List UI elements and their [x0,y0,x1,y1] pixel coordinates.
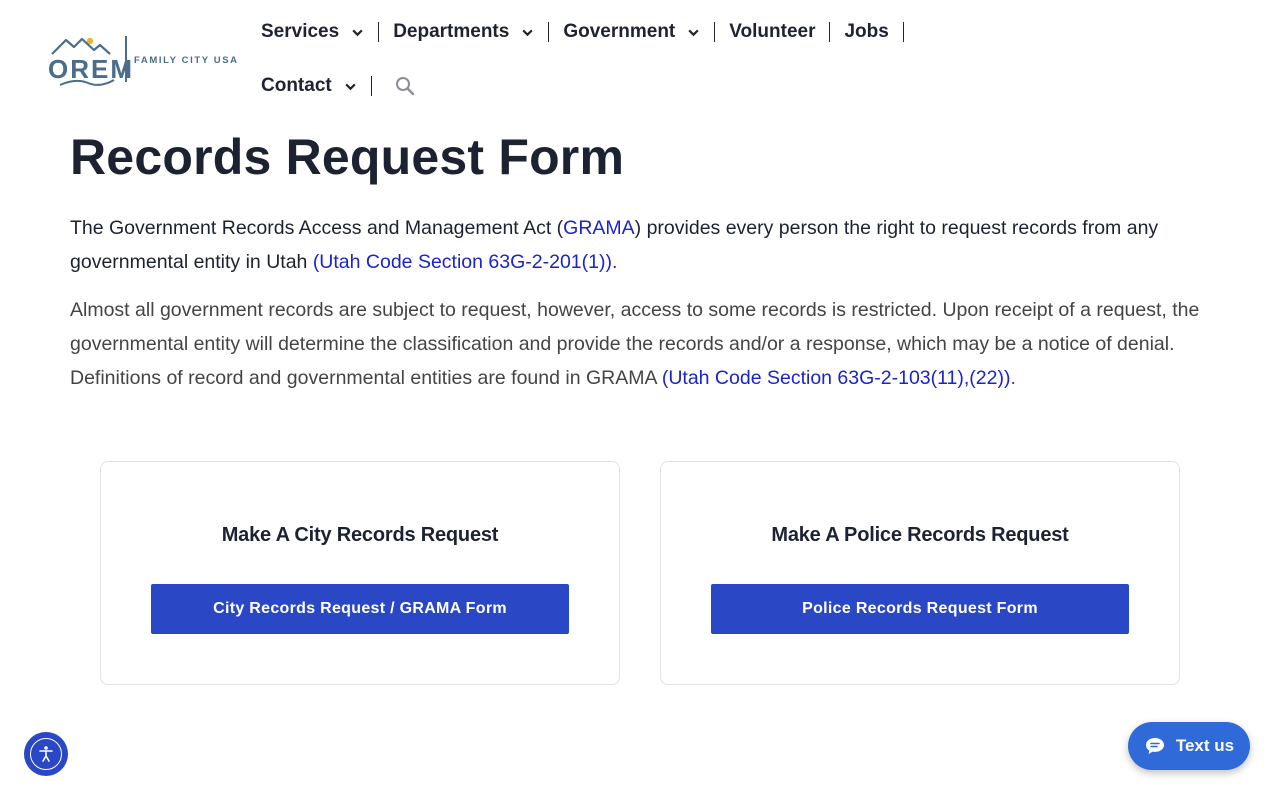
nav-divider [902,22,904,42]
accessibility-button[interactable] [24,732,68,776]
chevron-down-icon [688,29,699,36]
nav-item-departments[interactable]: Departments [393,21,534,43]
nav-item-contact[interactable]: Contact [261,75,357,97]
nav-label: Jobs [844,21,889,42]
nav-divider [378,22,380,42]
nav-label: Volunteer [729,21,816,42]
nav-label: Departments [393,21,510,42]
city-records-card: Make A City Records Request City Records… [100,461,620,685]
city-card-title: Make A City Records Request [221,524,499,546]
utah-code-103-link[interactable]: (Utah Code Section 63G-2-103(11),(22)) [662,367,1011,389]
nav-label: Contact [261,75,332,96]
intro-paragraph: The Government Records Access and Manage… [70,211,1220,279]
logo-tagline: FAMILY CITY USA [134,55,239,66]
police-records-request-button[interactable]: Police Records Request Form [711,584,1129,634]
police-card-title: Make A Police Records Request [771,524,1069,546]
records-text-2: . [1010,367,1016,389]
text-us-label: Text us [1175,736,1235,755]
site-logo[interactable]: OREM FAMILY CITY USA [48,32,240,88]
nav-item-government[interactable]: Government [563,21,700,43]
main-navigation: Services Departments Government Voluntee… [261,14,961,104]
nav-divider [714,22,716,42]
text-us-button[interactable]: Text us [1128,722,1250,770]
nav-row-2: Contact [261,68,961,104]
chat-bubble-icon [1144,736,1166,756]
search-icon[interactable] [394,75,416,97]
logo-wave-icon [59,79,115,86]
police-records-card: Make A Police Records Request Police Rec… [660,461,1180,685]
grama-link[interactable]: GRAMA [563,217,635,239]
nav-divider [370,76,372,96]
chevron-down-icon [345,83,356,90]
chevron-down-icon [352,29,363,36]
records-paragraph: Almost all government records are subjec… [70,293,1220,395]
nav-item-jobs[interactable]: Jobs [844,21,888,43]
nav-item-services[interactable]: Services [261,21,364,43]
accessibility-icon [30,738,62,770]
utah-code-201-link[interactable]: (Utah Code Section 63G-2-201(1)). [313,251,618,273]
logo-divider [125,36,127,82]
records-text-1: Almost all government records are subjec… [70,299,1200,389]
city-records-request-button[interactable]: City Records Request / GRAMA Form [151,584,569,634]
nav-divider [548,22,550,42]
nav-label: Services [261,21,340,42]
nav-label: Government [563,21,676,42]
nav-divider [829,22,831,42]
chevron-down-icon [522,29,533,36]
nav-item-volunteer[interactable]: Volunteer [729,21,815,43]
page-title: Records Request Form [70,129,625,185]
intro-text-1: The Government Records Access and Manage… [70,217,564,239]
nav-row-1: Services Departments Government Voluntee… [261,14,961,50]
